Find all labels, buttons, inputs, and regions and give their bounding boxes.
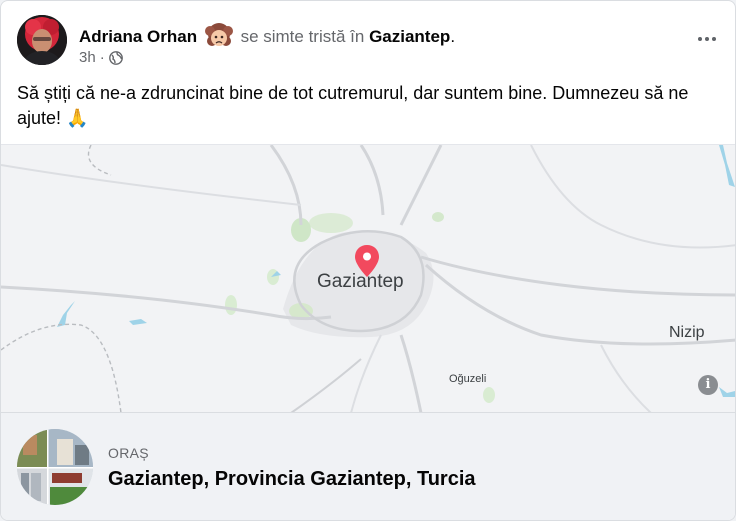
highway bbox=[359, 145, 385, 216]
dot-icon bbox=[705, 37, 709, 41]
river bbox=[719, 145, 735, 187]
map-town-label: Nizip bbox=[669, 324, 705, 341]
city-thumbnail bbox=[17, 429, 93, 505]
highway bbox=[1, 285, 332, 321]
park-area bbox=[309, 213, 353, 233]
post-header: Adriana Orhan se simte tristă în Gaziant… bbox=[17, 15, 719, 66]
railway bbox=[1, 323, 122, 413]
place-link[interactable]: Gaziantep bbox=[369, 27, 450, 46]
road bbox=[290, 358, 362, 413]
road bbox=[350, 334, 382, 413]
post-card: Adriana Orhan se simte tristă în Gaziant… bbox=[0, 0, 736, 521]
dot-icon bbox=[698, 37, 702, 41]
post-body-text: Să știți că ne-a zdruncinat bine de tot … bbox=[17, 83, 689, 128]
dot-icon bbox=[712, 37, 716, 41]
location-category: ORAȘ bbox=[108, 445, 149, 461]
road bbox=[1, 164, 302, 206]
map-village-label: Oğuzeli bbox=[449, 373, 487, 385]
meta-separator: · bbox=[99, 49, 105, 66]
highway bbox=[269, 145, 303, 226]
location-card[interactable]: ORAȘ Gaziantep, Provincia Gaziantep, Tur… bbox=[1, 412, 735, 520]
author-name[interactable]: Adriana Orhan bbox=[79, 27, 197, 46]
park-area bbox=[483, 387, 495, 403]
highway bbox=[399, 334, 423, 413]
feeling-text: se simte tristă în bbox=[240, 27, 365, 46]
railway bbox=[87, 145, 112, 176]
post-title-line: Adriana Orhan se simte tristă în Gaziant… bbox=[79, 23, 455, 49]
post-timestamp[interactable]: 3h bbox=[79, 49, 96, 66]
more-options-button[interactable] bbox=[695, 29, 719, 49]
highway bbox=[420, 255, 735, 297]
park-area bbox=[225, 295, 237, 315]
road bbox=[600, 344, 652, 413]
sad-face-icon bbox=[204, 23, 234, 49]
location-map[interactable]: Gaziantep Nizip Oğuzeli i bbox=[1, 144, 735, 413]
lake bbox=[129, 319, 147, 325]
river bbox=[719, 387, 735, 397]
map-city-label: Gaziantep bbox=[317, 271, 404, 292]
park-area bbox=[432, 212, 444, 222]
map-info-icon[interactable]: i bbox=[698, 375, 718, 395]
road bbox=[530, 145, 735, 249]
location-title[interactable]: Gaziantep, Provincia Gaziantep, Turcia bbox=[108, 468, 476, 491]
title-period: . bbox=[450, 27, 456, 46]
post-meta: 3h · bbox=[79, 49, 123, 66]
author-avatar[interactable] bbox=[17, 15, 67, 65]
lake bbox=[57, 301, 75, 327]
globe-icon[interactable] bbox=[108, 50, 123, 65]
